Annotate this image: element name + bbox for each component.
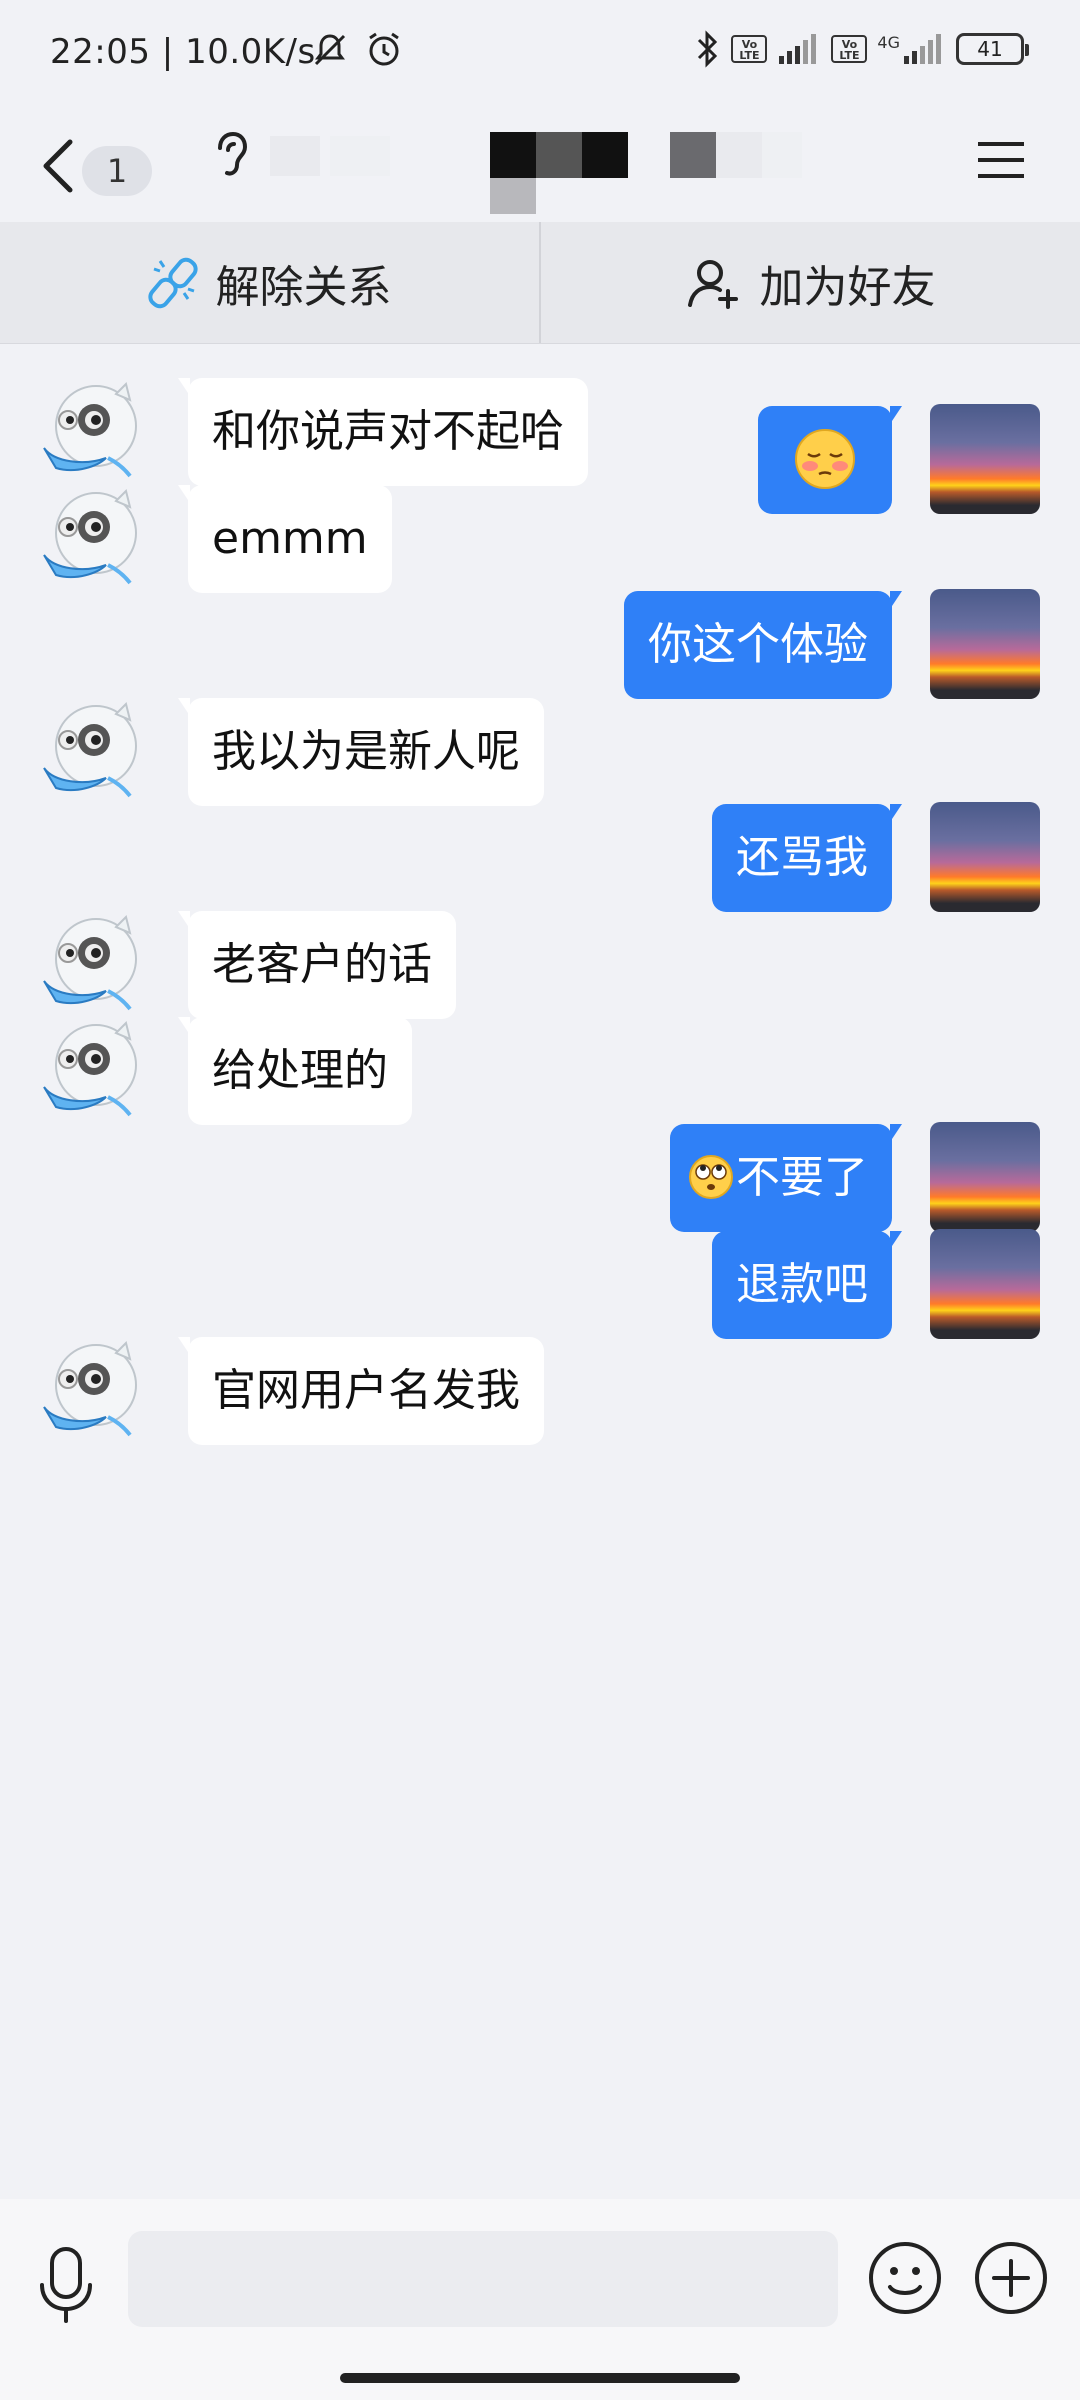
volte-icon: Vo LTE	[731, 35, 768, 63]
message-row: 我以为是新人呢	[0, 696, 1080, 808]
message-text: 我以为是新人呢	[212, 726, 520, 777]
unread-badge: 1	[82, 146, 152, 196]
network-type: 4G	[877, 32, 900, 52]
battery-indicator: 41	[956, 33, 1029, 65]
title-bar: 1	[0, 110, 1080, 222]
home-indicator[interactable]	[340, 2373, 740, 2383]
message-bubble[interactable]: emmm	[178, 485, 392, 593]
input-bar	[0, 2199, 1080, 2400]
add-friend-button[interactable]: 加为好友	[541, 222, 1080, 343]
message-row: 你这个体验	[0, 589, 1080, 701]
message-text: 退款吧	[736, 1259, 868, 1310]
unlink-label: 解除关系	[215, 261, 392, 313]
back-button[interactable]: 1	[40, 132, 160, 198]
add-attachment-icon[interactable]	[972, 2239, 1050, 2317]
microphone-icon[interactable]	[36, 2247, 96, 2323]
chevron-left-icon	[43, 139, 73, 193]
contact-avatar[interactable]	[38, 1015, 148, 1125]
volte-icon-2: Vo LTE	[831, 35, 868, 63]
message-row: 给处理的	[0, 1015, 1080, 1127]
message-input[interactable]	[128, 2231, 838, 2327]
message-row: 官网用户名发我	[0, 1335, 1080, 1447]
emoji-icon[interactable]	[866, 2239, 944, 2317]
message-text: 老客户的话	[212, 939, 432, 990]
message-bubble[interactable]: 我以为是新人呢	[178, 698, 544, 806]
message-text: 和你说声对不起哈	[212, 406, 564, 457]
my-avatar[interactable]	[930, 1229, 1040, 1339]
my-avatar[interactable]	[930, 589, 1040, 699]
contact-avatar[interactable]	[38, 483, 148, 593]
add-friend-label: 加为好友	[759, 261, 936, 313]
signal-icon-2	[904, 34, 941, 64]
relationship-action-bar: 解除关系 加为好友	[0, 222, 1080, 344]
contact-avatar[interactable]	[38, 696, 148, 806]
message-bubble[interactable]: 官网用户名发我	[178, 1337, 544, 1445]
status-bar: 22:05 | 10.0K/s Vo LTE Vo LTE 4G 41	[0, 0, 1080, 110]
message-bubble[interactable]: 你这个体验	[624, 591, 902, 699]
message-row: 还骂我	[0, 802, 1080, 914]
unlink-button[interactable]: 解除关系	[0, 222, 539, 343]
message-bubble[interactable]: 和你说声对不起哈	[178, 378, 588, 486]
ear-icon[interactable]	[210, 128, 250, 184]
message-row: 退款吧	[0, 1229, 1080, 1341]
message-bubble[interactable]: 给处理的	[178, 1017, 412, 1125]
menu-icon[interactable]	[978, 140, 1024, 180]
contact-avatar[interactable]	[38, 376, 148, 486]
message-row: emmm	[0, 483, 1080, 595]
message-text: 还骂我	[736, 832, 868, 883]
censored-title	[270, 132, 810, 214]
chat-area[interactable]: 和你说声对不起哈 emmm 你这个体验我以为是新人呢还骂我老客户的话给处理的不要了退…	[0, 344, 1080, 2199]
bluetooth-icon	[698, 30, 718, 68]
alarm-icon	[369, 32, 399, 66]
message-row: 不要了	[0, 1122, 1080, 1234]
message-bubble[interactable]: 退款吧	[712, 1231, 902, 1339]
signal-icon	[779, 34, 817, 64]
message-bubble[interactable]: 还骂我	[712, 804, 902, 912]
message-bubble[interactable]: 老客户的话	[178, 911, 456, 1019]
message-text: 给处理的	[212, 1045, 388, 1096]
mute-bell-icon	[314, 34, 346, 66]
message-text: emmm	[212, 513, 368, 564]
contact-avatar[interactable]	[38, 909, 148, 1019]
message-row: 和你说声对不起哈	[0, 376, 1080, 488]
message-text: 官网用户名发我	[212, 1365, 520, 1416]
my-avatar[interactable]	[930, 1122, 1040, 1232]
add-user-icon	[687, 259, 738, 309]
message-row: 老客户的话	[0, 909, 1080, 1021]
message-text: 不要了	[736, 1152, 868, 1203]
my-avatar[interactable]	[930, 802, 1040, 912]
message-bubble[interactable]: 不要了	[670, 1124, 902, 1232]
broken-link-icon	[147, 257, 198, 308]
status-time: 22:05 | 10.0K/s	[50, 32, 316, 72]
eye-roll-face-emoji	[688, 1152, 736, 1203]
message-text: 你这个体验	[648, 619, 868, 670]
contact-avatar[interactable]	[38, 1335, 148, 1445]
